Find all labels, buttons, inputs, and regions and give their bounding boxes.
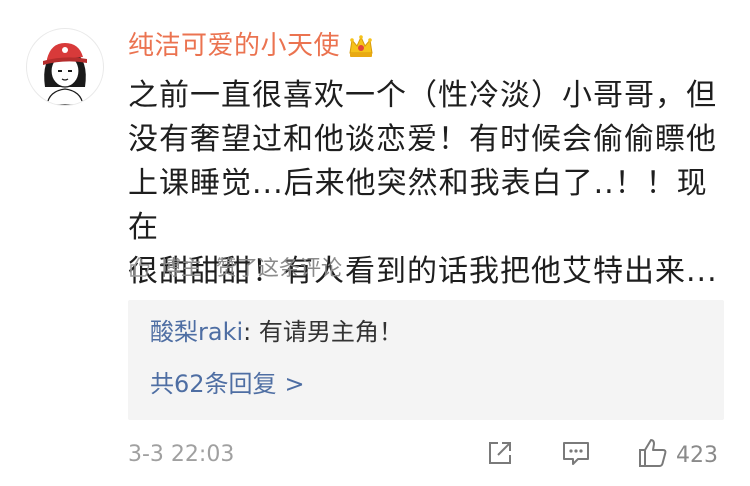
liked-by-author: 博主 赞了这条评论 [128, 250, 342, 284]
avatar[interactable] [26, 28, 104, 106]
reply-separator: : [243, 318, 259, 346]
like-button[interactable]: 423 [636, 436, 718, 474]
timestamp: 3-3 22:03 [128, 442, 235, 467]
liked-text: 赞了这条评论 [216, 256, 342, 280]
crown-badge-icon [346, 31, 376, 61]
reply-line: 酸梨raki: 有请男主角！ [150, 314, 403, 350]
username-row: 纯洁可爱的小天使 [128, 26, 376, 66]
comment-button[interactable] [560, 436, 592, 474]
view-replies-label: 共62条回复 [150, 370, 277, 398]
like-count: 423 [676, 442, 718, 468]
thumbs-up-icon [636, 436, 670, 474]
avatar-illustration [43, 43, 87, 105]
username[interactable]: 纯洁可爱的小天使 [128, 26, 340, 66]
comment-icon [560, 437, 592, 473]
share-button[interactable] [484, 436, 516, 474]
share-icon [484, 437, 516, 473]
view-replies-link[interactable]: 共62条回复 > [150, 366, 305, 402]
reply-username[interactable]: 酸梨raki [150, 318, 243, 346]
reply-preview[interactable]: 酸梨raki: 有请男主角！ 共62条回复 > [128, 300, 724, 420]
thumbs-up-small-icon [128, 255, 152, 279]
chevron-right-icon: > [284, 370, 305, 398]
reply-text: 有请男主角！ [258, 318, 403, 346]
author-tag: 博主 [160, 256, 202, 280]
